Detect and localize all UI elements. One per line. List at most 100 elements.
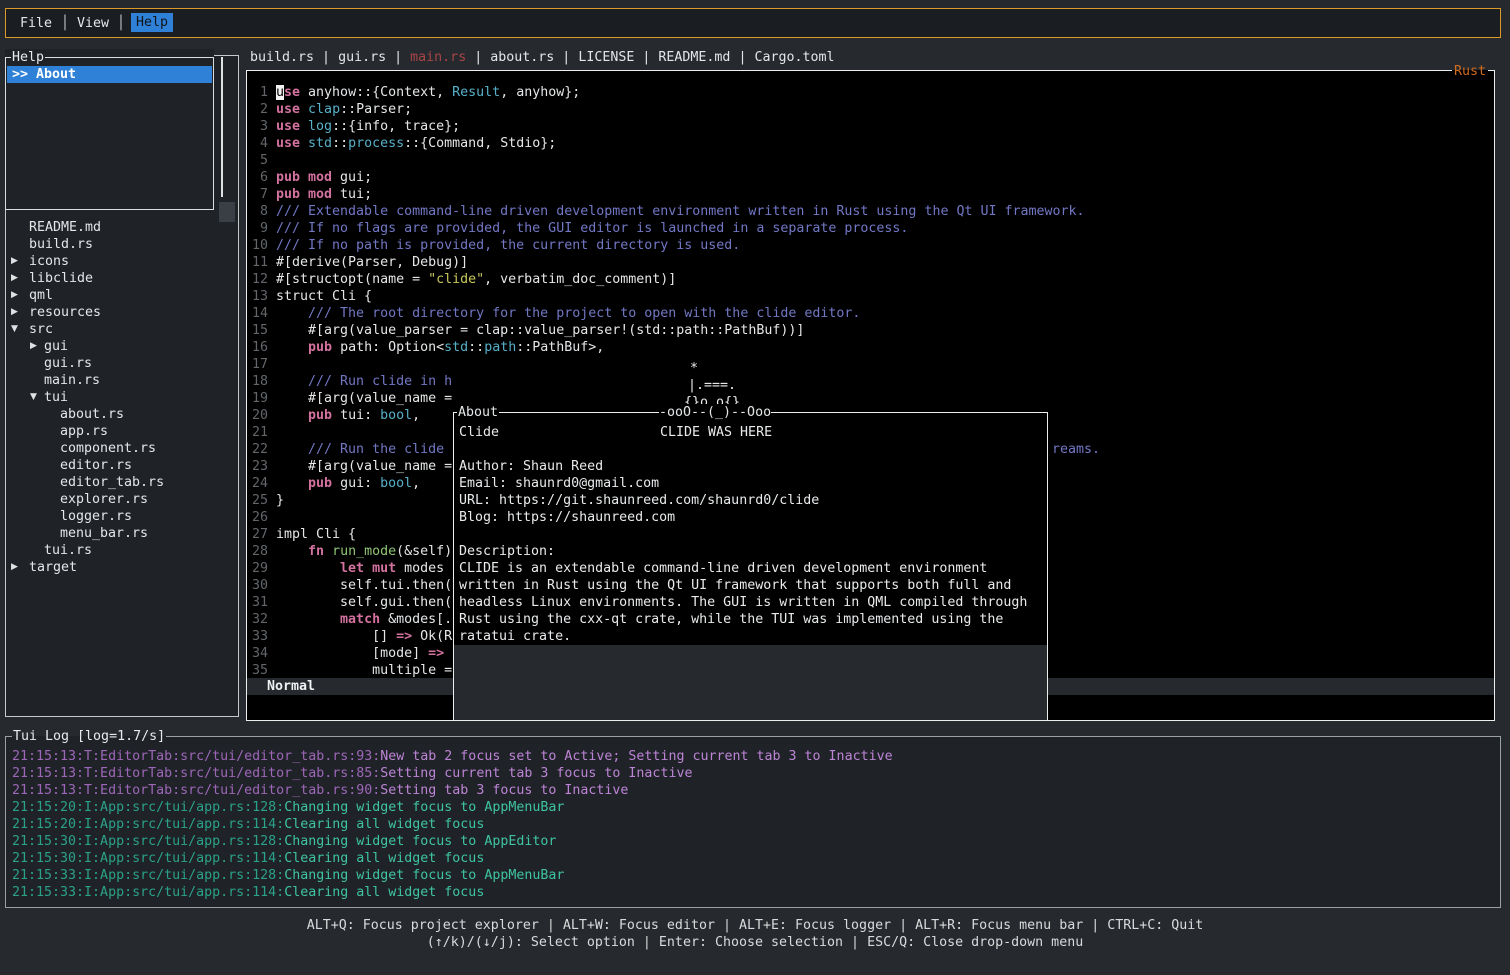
explorer-item-main-rs[interactable]: main.rs (6, 372, 236, 389)
log-prefix: 21:15:13:T:EditorTab:src/tui/editor_tab.… (12, 766, 380, 781)
explorer-item-component-rs[interactable]: component.rs (6, 440, 236, 457)
explorer-item-target[interactable]: ▶target (6, 559, 236, 576)
explorer-item-label: gui (44, 338, 68, 355)
explorer-item-tui-rs[interactable]: tui.rs (6, 542, 236, 559)
code-text: use std::process::{Command, Stdio}; (276, 135, 556, 152)
explorer-item-label: libclide (29, 270, 93, 287)
line-number: 28 (250, 543, 268, 560)
menu-item-file[interactable]: File (20, 15, 52, 32)
about-description-label: Description: (459, 543, 555, 560)
explorer-item-qml[interactable]: ▶qml (6, 287, 236, 304)
explorer-item-build-rs[interactable]: build.rs (6, 236, 236, 253)
text-cursor: u (276, 85, 284, 100)
code-line: 3use log::{info, trace}; (247, 118, 1492, 135)
explorer-item-editor-rs[interactable]: editor.rs (6, 457, 236, 474)
explorer-item-tui[interactable]: ▼tui (6, 389, 236, 406)
about-app-name: Clide (459, 424, 499, 441)
editor-tab-about-rs[interactable]: about.rs (490, 50, 554, 65)
explorer-item-label: build.rs (29, 236, 93, 253)
explorer-item-label: editor_tab.rs (60, 474, 164, 491)
explorer-item-icons[interactable]: ▶icons (6, 253, 236, 270)
code-line: 9/// If no flags are provided, the GUI e… (247, 220, 1492, 237)
line-number: 30 (250, 577, 268, 594)
explorer-item-label: component.rs (60, 440, 156, 457)
code-line: 13struct Cli { (247, 288, 1492, 305)
editor-tab-build-rs[interactable]: build.rs (250, 50, 314, 65)
menu-separator: │ (61, 15, 69, 32)
code-line: 2use clap::Parser; (247, 101, 1492, 118)
code-text: /// Extendable command-line driven devel… (276, 203, 1085, 220)
explorer-item-menu_bar-rs[interactable]: menu_bar.rs (6, 525, 236, 542)
code-text: self.tui.then( (276, 577, 452, 594)
scrollbar-track[interactable] (221, 57, 223, 197)
chevron-right-icon: ▶ (11, 304, 18, 321)
about-description-line: written in Rust using the Qt UI framewor… (459, 577, 1011, 594)
line-number: 4 (250, 135, 268, 152)
explorer-item-explorer-rs[interactable]: explorer.rs (6, 491, 236, 508)
log-entry: 21:15:33:I:App:src/tui/app.rs:128:Changi… (12, 867, 564, 884)
help-dropdown-menu: Help >> About (5, 49, 214, 210)
line-number: 24 (250, 475, 268, 492)
dropdown-item-about[interactable]: >> About (7, 66, 212, 83)
log-entry: 21:15:30:I:App:src/tui/app.rs:114:Cleari… (12, 850, 484, 867)
explorer-item-label: tui.rs (44, 542, 92, 559)
explorer-item-README-md[interactable]: README.md (6, 219, 236, 236)
explorer-item-logger-rs[interactable]: logger.rs (6, 508, 236, 525)
clide-tui-app: { "colors": { "keyword": "#d3719f", "typ… (0, 0, 1510, 975)
chevron-down-icon: ▼ (11, 321, 18, 338)
explorer-item-resources[interactable]: ▶resources (6, 304, 236, 321)
line-number: 17 (250, 356, 268, 373)
editor-tab-README-md[interactable]: README.md (658, 50, 730, 65)
code-line: 4 use std::process::{Command, Stdio}; (247, 135, 1492, 152)
menu-item-help[interactable]: Help (131, 13, 173, 32)
log-prefix: 21:15:20:I:App:src/tui/app.rs:114: (12, 817, 284, 832)
line-number: 32 (250, 611, 268, 628)
code-text: /// If no path is provided, the current … (276, 237, 740, 254)
code-text: pub mod gui; (276, 169, 372, 186)
line-number: 34 (250, 645, 268, 662)
editor-tab-main-rs[interactable]: main.rs (410, 50, 466, 65)
editor-tab-gui-rs[interactable]: gui.rs (338, 50, 386, 65)
explorer-item-src[interactable]: ▼src (6, 321, 236, 338)
code-line: 12#[structopt(name = "clide", verbatim_d… (247, 271, 1492, 288)
code-text: multiple = (276, 662, 452, 679)
code-line: 10/// If no path is provided, the curren… (247, 237, 1492, 254)
line-number: 16 (250, 339, 268, 356)
log-prefix: 21:15:20:I:App:src/tui/app.rs:128: (12, 800, 284, 815)
explorer-item-gui[interactable]: ▶gui (6, 338, 236, 355)
line-number: 31 (250, 594, 268, 611)
line-number: 29 (250, 560, 268, 577)
code-text: match &modes[. (276, 611, 452, 628)
log-message: Clearing all widget focus (284, 817, 484, 832)
menu-item-view[interactable]: View (77, 15, 109, 32)
code-text: use anyhow::{Context, Result, anyhow}; (276, 84, 580, 101)
code-text: pub path: Option<std::path::PathBuf>, (276, 339, 604, 356)
line-number: 25 (250, 492, 268, 509)
keybind-hints: ALT+Q: Focus project explorer | ALT+W: F… (0, 917, 1510, 951)
code-line: 11#[derive(Parser, Debug)] (247, 254, 1492, 271)
explorer-item-libclide[interactable]: ▶libclide (6, 270, 236, 287)
code-text: self.gui.then( (276, 594, 452, 611)
code-text: fn run_mode(&self) (276, 543, 452, 560)
log-entry: 21:15:13:T:EditorTab:src/tui/editor_tab.… (12, 782, 628, 799)
explorer-item-gui-rs[interactable]: gui.rs (6, 355, 236, 372)
explorer-item-editor_tab-rs[interactable]: editor_tab.rs (6, 474, 236, 491)
menu-bar: File│View│Help (5, 8, 1501, 38)
scrollbar-thumb[interactable] (219, 202, 235, 222)
code-line: 15 #[arg(value_parser = clap::value_pars… (247, 322, 1492, 339)
explorer-item-label: icons (29, 253, 69, 270)
code-text: [] => Ok(R (276, 628, 452, 645)
code-text: #[arg(value_name = (276, 390, 452, 407)
log-entry: 21:15:30:I:App:src/tui/app.rs:128:Changi… (12, 833, 556, 850)
code-text: } (276, 492, 284, 509)
line-number: 7 (250, 186, 268, 203)
line-number: 33 (250, 628, 268, 645)
code-line: 5 (247, 152, 1492, 169)
explorer-item-app-rs[interactable]: app.rs (6, 423, 236, 440)
explorer-item-about-rs[interactable]: about.rs (6, 406, 236, 423)
editor-tab-Cargo-toml[interactable]: Cargo.toml (754, 50, 834, 65)
editor-tab-LICENSE[interactable]: LICENSE (578, 50, 634, 65)
log-entry: 21:15:20:I:App:src/tui/app.rs:128:Changi… (12, 799, 564, 816)
tui-log-panel[interactable]: Tui Log [log=1.7/s] 21:15:13:T:EditorTab… (5, 736, 1501, 908)
chevron-down-icon: ▼ (30, 389, 37, 406)
